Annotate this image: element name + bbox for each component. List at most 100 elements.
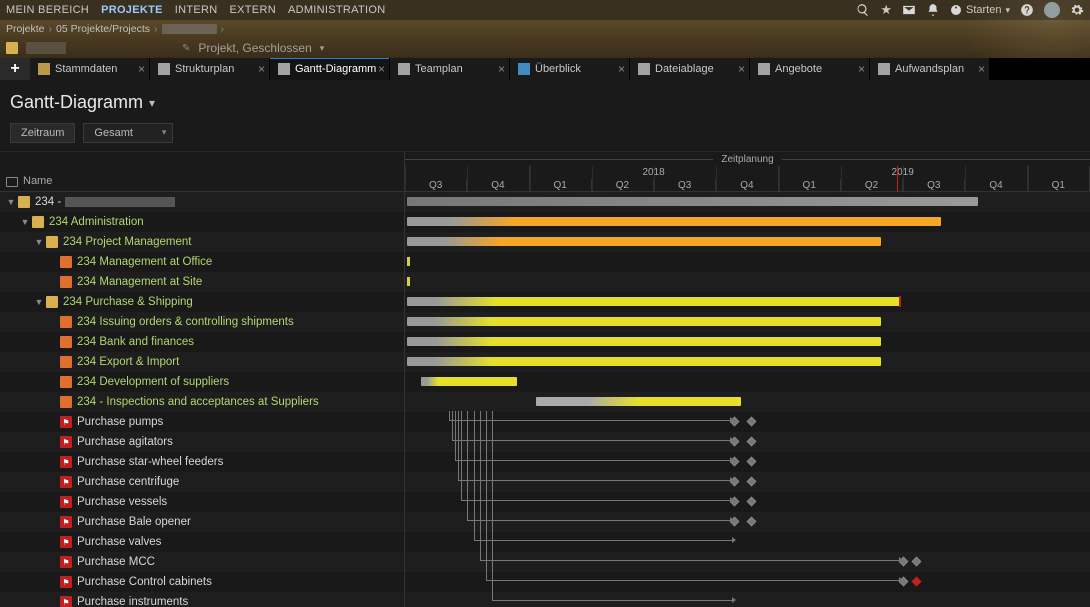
package-icon [60, 376, 72, 388]
milestone-icon: ⚑ [60, 516, 72, 528]
menu-item-projekte[interactable]: PROJEKTE [101, 4, 163, 16]
gantt-bar[interactable] [536, 397, 742, 406]
star-icon[interactable]: ★ [880, 2, 892, 18]
help-icon[interactable] [1020, 3, 1034, 17]
menu-item-administration[interactable]: ADMINISTRATION [288, 4, 386, 16]
chevron-down-icon[interactable]: ▾ [149, 96, 155, 110]
tree-row[interactable]: 234 Issuing orders & controlling shipmen… [0, 312, 404, 332]
milestone-diamond[interactable] [911, 557, 921, 567]
tab-strukturplan[interactable]: Strukturplan× [150, 58, 270, 80]
tab-angebote[interactable]: Angebote× [750, 58, 870, 80]
tree-row[interactable]: 234 Management at Site [0, 272, 404, 292]
tree-row[interactable]: 234 - Inspections and acceptances at Sup… [0, 392, 404, 412]
gantt-row[interactable] [405, 292, 1090, 312]
tree-row[interactable]: ▼234 Purchase & Shipping [0, 292, 404, 312]
gantt-bar[interactable] [407, 197, 978, 206]
tree-row[interactable]: ⚑ Purchase Bale opener [0, 512, 404, 532]
close-icon[interactable]: × [978, 62, 985, 76]
tab-dateiablage[interactable]: Dateiablage× [630, 58, 750, 80]
tree-row[interactable]: 234 Export & Import [0, 352, 404, 372]
milestone-icon: ⚑ [60, 576, 72, 588]
tab-stammdaten[interactable]: Stammdaten × [30, 58, 150, 80]
breadcrumb-item[interactable]: Projekte [6, 23, 45, 35]
chevron-down-icon[interactable]: ▾ [320, 43, 325, 54]
search-icon[interactable] [856, 3, 870, 17]
gantt-bar[interactable] [421, 377, 518, 386]
close-icon[interactable]: × [378, 62, 385, 76]
gantt-row[interactable] [405, 212, 1090, 232]
gantt-row[interactable] [405, 392, 1090, 412]
tree-row[interactable]: 234 Bank and finances [0, 332, 404, 352]
tree-row[interactable]: 234 Management at Office [0, 252, 404, 272]
expand-toggle[interactable]: ▼ [34, 297, 44, 307]
tab-label: Stammdaten [55, 63, 117, 75]
tree-row[interactable]: ⚑Purchase valves [0, 532, 404, 552]
row-label: Purchase vessels [77, 496, 167, 508]
tree-row[interactable]: ⚑Purchase Control cabinets [0, 572, 404, 592]
tree-row[interactable]: ⚑Purchase star-wheel feeders [0, 452, 404, 472]
expand-toggle[interactable]: ▼ [6, 197, 16, 207]
tab-gantt-diagramm[interactable]: Gantt-Diagramm× [270, 58, 390, 80]
quarter-header: Q1 [1028, 179, 1090, 192]
gantt-bar[interactable] [407, 317, 882, 326]
gantt-bar[interactable] [407, 297, 900, 306]
bell-icon[interactable] [926, 3, 940, 17]
close-icon[interactable]: × [858, 62, 865, 76]
expand-toggle[interactable]: ▼ [20, 217, 30, 227]
breadcrumb-item[interactable]: 05 Projekte/Projects [56, 23, 150, 35]
mail-icon[interactable] [902, 3, 916, 17]
row-label: 234 Development of suppliers [77, 376, 229, 388]
add-tab-button[interactable]: + [0, 58, 30, 80]
tree-row[interactable]: ⚑Purchase agitators [0, 432, 404, 452]
gantt-bar[interactable] [407, 357, 882, 366]
close-icon[interactable]: × [618, 62, 625, 76]
menu-item-mein-bereich[interactable]: MEIN BEREICH [6, 4, 89, 16]
gantt-bar[interactable] [407, 237, 882, 246]
tab-überblick[interactable]: Überblick× [510, 58, 630, 80]
gantt-row[interactable] [405, 192, 1090, 212]
gantt-row[interactable] [405, 272, 1090, 292]
pencil-icon[interactable]: ✎ [182, 43, 190, 54]
tree-row[interactable]: ⚑Purchase vessels [0, 492, 404, 512]
close-icon[interactable]: × [738, 62, 745, 76]
tree-row[interactable]: ▼ 234 Administration [0, 212, 404, 232]
row-label: 234 Management at Site [77, 276, 202, 288]
expand-toggle[interactable]: ▼ [34, 237, 44, 247]
tree-row[interactable]: ⚑Purchase MCC [0, 552, 404, 572]
start-menu[interactable]: Starten ▾ [950, 4, 1010, 16]
filter-select-zeitraum[interactable]: Gesamt [83, 123, 173, 143]
tab-aufwandsplan[interactable]: Aufwandsplan× [870, 58, 990, 80]
settings-icon[interactable] [1070, 3, 1084, 17]
row-label: 234 Export & Import [77, 356, 179, 368]
project-status[interactable]: Projekt, Geschlossen [198, 41, 311, 55]
tree-row[interactable]: 234 Development of suppliers [0, 372, 404, 392]
gantt-bar[interactable] [407, 337, 882, 346]
tree-row[interactable]: ⚑Purchase instruments [0, 592, 404, 607]
tree-row[interactable]: ⚑Purchase pumps [0, 412, 404, 432]
close-icon[interactable]: × [138, 62, 145, 76]
folder-icon [46, 296, 58, 308]
tree-row[interactable]: ⚑Purchase centrifuge [0, 472, 404, 492]
gantt-row[interactable] [405, 232, 1090, 252]
tree-row[interactable]: ▼234 Project Management [0, 232, 404, 252]
menu-item-extern[interactable]: EXTERN [230, 4, 276, 16]
tree-row[interactable]: ▼234 - [0, 192, 404, 212]
dependency-line [492, 411, 732, 601]
milestone-diamond[interactable] [911, 577, 921, 587]
gantt-row[interactable] [405, 372, 1090, 392]
gantt-bar[interactable] [407, 217, 941, 226]
gantt-row[interactable] [405, 352, 1090, 372]
row-label: 234 Administration [49, 216, 144, 228]
avatar[interactable] [1044, 2, 1060, 18]
close-icon[interactable]: × [258, 62, 265, 76]
row-label: Purchase pumps [77, 416, 163, 428]
menu-item-intern[interactable]: INTERN [175, 4, 218, 16]
tab-teamplan[interactable]: Teamplan× [390, 58, 510, 80]
gantt-row[interactable] [405, 252, 1090, 272]
gantt-chart[interactable]: Zeitplanung 20182019 Q3Q4Q1Q2Q3Q4Q1Q2Q3Q… [405, 152, 1090, 607]
gantt-row[interactable] [405, 332, 1090, 352]
row-label: Purchase Bale opener [77, 516, 191, 528]
gantt-row[interactable] [405, 312, 1090, 332]
close-icon[interactable]: × [498, 62, 505, 76]
breadcrumb-item-redacted[interactable] [162, 24, 217, 34]
